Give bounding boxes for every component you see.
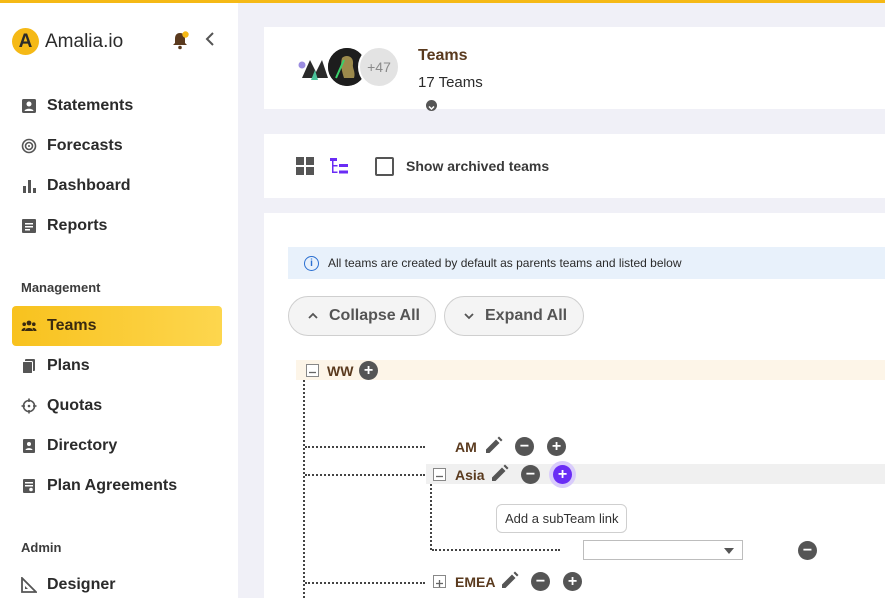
expand-all-label: Expand All — [485, 307, 568, 324]
chevron-up-icon — [308, 312, 318, 319]
quotas-icon — [20, 397, 38, 415]
remove-team-am-button[interactable]: − — [515, 437, 534, 456]
sidebar-item-label: Plans — [47, 357, 90, 374]
sidebar-item-statements[interactable]: Statements — [12, 86, 222, 126]
pencil-icon[interactable] — [489, 464, 509, 484]
info-icon: i — [304, 255, 319, 271]
remove-team-asia-button[interactable]: − — [521, 465, 540, 484]
tree-connector — [303, 380, 305, 598]
sidebar-item-dashboard[interactable]: Dashboard — [12, 166, 222, 206]
chevron-down-icon[interactable] — [426, 100, 437, 111]
directory-icon — [20, 437, 38, 455]
designer-icon — [20, 576, 38, 594]
add-subteam-asia-button[interactable]: + — [553, 465, 572, 484]
sidebar-item-designer[interactable]: Designer — [12, 565, 222, 598]
tree-view-icon[interactable] — [330, 158, 348, 175]
tree-connector — [305, 474, 425, 476]
chevron-left-icon[interactable] — [202, 30, 218, 48]
plans-icon — [20, 357, 38, 375]
tree-label-am: AM — [455, 439, 477, 455]
info-text: All teams are created by default as pare… — [328, 256, 682, 270]
show-archived-label: Show archived teams — [406, 158, 550, 174]
sidebar-item-forecasts[interactable]: Forecasts — [12, 126, 222, 166]
teams-header-card: +47 Teams 17 Teams — [264, 27, 885, 111]
sidebar-item-label: Teams — [47, 317, 97, 334]
sidebar-item-label: Dashboard — [47, 177, 131, 194]
brand-logo: A — [12, 28, 39, 55]
chevron-down-icon — [464, 313, 474, 320]
tree-label-asia: Asia — [455, 467, 485, 483]
sidebar-item-plan-agreements[interactable]: Plan Agreements — [12, 466, 222, 506]
add-subteam-am-button[interactable]: + — [547, 437, 566, 456]
tree-connector — [432, 549, 560, 551]
forecasts-icon — [20, 137, 38, 155]
sidebar-item-quotas[interactable]: Quotas — [12, 386, 222, 426]
expand-node-emea[interactable] — [433, 575, 446, 588]
section-title-management: Management — [21, 280, 101, 295]
sidebar-item-label: Reports — [47, 217, 108, 234]
collapse-node-ww[interactable] — [306, 364, 319, 377]
tooltip-add-subteam: Add a subTeam link — [496, 504, 628, 533]
add-subteam-ww-button[interactable]: + — [359, 361, 378, 380]
tree-connector — [305, 582, 425, 584]
grid-view-icon[interactable] — [296, 157, 314, 175]
tree-row-ww — [296, 360, 885, 380]
remove-team-emea-button[interactable]: − — [531, 572, 550, 591]
brand-name: Amalia.io — [45, 30, 124, 52]
chevron-down-icon — [724, 548, 734, 554]
plan-agreements-icon — [20, 477, 38, 495]
avatar-group[interactable]: +47 — [294, 46, 437, 111]
teams-count: 17 Teams — [418, 74, 483, 91]
reports-icon — [20, 217, 38, 235]
page-title: Teams — [418, 47, 468, 64]
sidebar-item-directory[interactable]: Directory — [12, 426, 222, 466]
brand[interactable]: A Amalia.io — [12, 28, 123, 55]
tree-label-emea: EMEA — [455, 574, 496, 590]
add-subteam-emea-button[interactable]: + — [563, 572, 582, 591]
sidebar-item-label: Directory — [47, 437, 118, 454]
bell-icon[interactable] — [170, 31, 190, 51]
pencil-icon[interactable] — [499, 571, 519, 591]
sidebar: A Amalia.io Statements Forecasts Dashboa… — [0, 3, 238, 598]
avatar-more-count: +47 — [358, 46, 400, 88]
collapse-all-button[interactable]: Collapse All — [288, 296, 436, 336]
sidebar-item-label: Forecasts — [47, 137, 123, 154]
collapse-node-asia[interactable] — [433, 468, 446, 481]
subteam-select[interactable] — [583, 540, 743, 560]
collapse-all-label: Collapse All — [329, 307, 420, 324]
remove-subteam-link-button[interactable]: − — [798, 541, 817, 560]
sidebar-item-label: Statements — [47, 97, 134, 114]
statements-icon — [20, 97, 38, 115]
pencil-icon[interactable] — [483, 436, 503, 456]
teams-tree-card: i All teams are created by default as pa… — [264, 213, 885, 598]
section-title-admin: Admin — [21, 540, 62, 555]
sidebar-item-label: Designer — [47, 576, 116, 593]
dashboard-icon — [20, 177, 38, 195]
show-archived-checkbox[interactable] — [375, 157, 394, 176]
tree-label-ww: WW — [327, 363, 354, 379]
info-banner: i All teams are created by default as pa… — [288, 247, 885, 279]
tree-connector — [305, 446, 425, 448]
sidebar-item-plans[interactable]: Plans — [12, 346, 222, 386]
view-toolbar: Show archived teams — [264, 134, 885, 198]
sidebar-item-label: Quotas — [47, 397, 103, 414]
expand-all-button[interactable]: Expand All — [444, 296, 584, 336]
sidebar-item-teams[interactable]: Teams — [12, 306, 222, 346]
sidebar-item-label: Plan Agreements — [47, 477, 178, 494]
tree-connector — [430, 484, 432, 550]
sidebar-item-reports[interactable]: Reports — [12, 206, 222, 246]
teams-icon — [20, 317, 38, 335]
